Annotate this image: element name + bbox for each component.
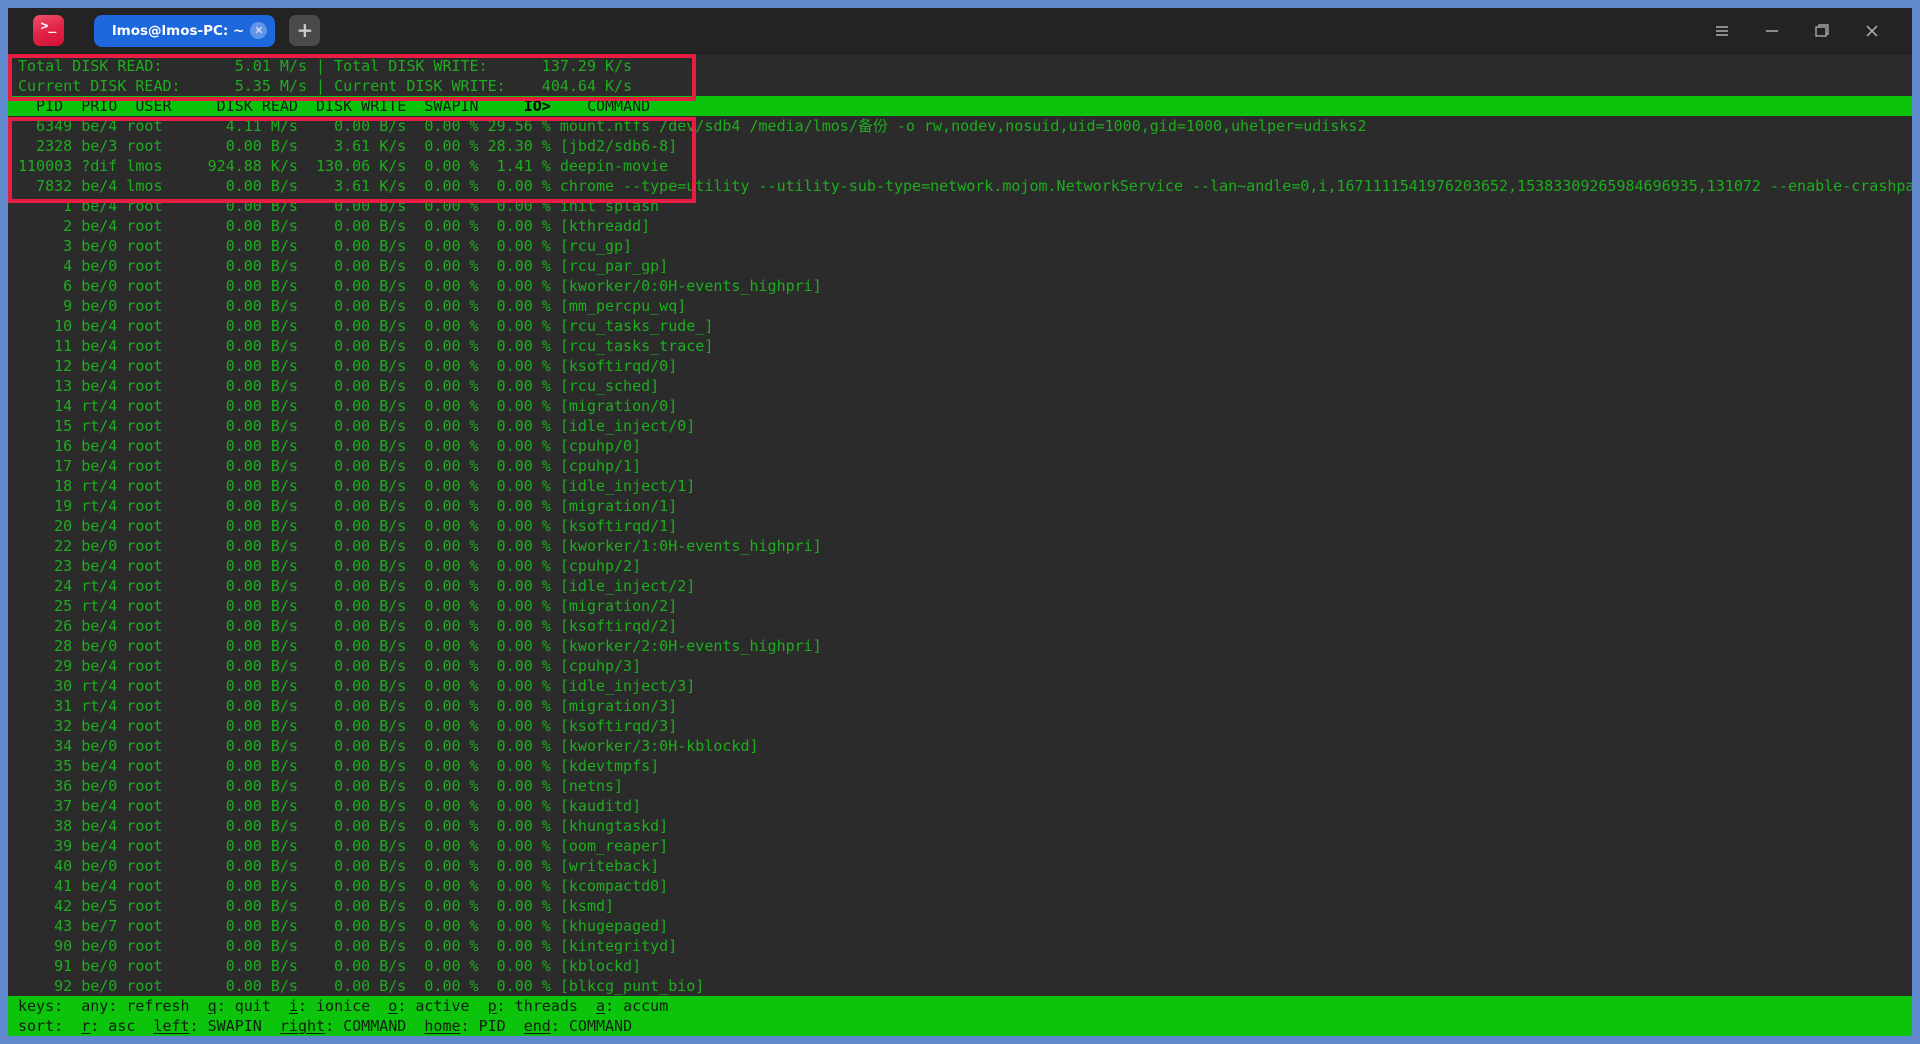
new-tab-button[interactable]: + <box>289 15 320 46</box>
process-row: 26 be/4 root 0.00 B/s 0.00 B/s 0.00 % 0.… <box>8 616 1912 636</box>
process-row: 91 be/0 root 0.00 B/s 0.00 B/s 0.00 % 0.… <box>8 956 1912 976</box>
iotop-column-header: PID PRIO USER DISK READ DISK WRITE SWAPI… <box>8 96 1912 116</box>
process-row: 90 be/0 root 0.00 B/s 0.00 B/s 0.00 % 0.… <box>8 936 1912 956</box>
process-row: 32 be/4 root 0.00 B/s 0.00 B/s 0.00 % 0.… <box>8 716 1912 736</box>
process-row: 23 be/4 root 0.00 B/s 0.00 B/s 0.00 % 0.… <box>8 556 1912 576</box>
tab-title: lmos@lmos-PC: ~ <box>112 23 244 39</box>
process-row: 10 be/4 root 0.00 B/s 0.00 B/s 0.00 % 0.… <box>8 316 1912 336</box>
process-row: 30 rt/4 root 0.00 B/s 0.00 B/s 0.00 % 0.… <box>8 676 1912 696</box>
close-icon[interactable] <box>1854 13 1890 49</box>
process-row: 28 be/0 root 0.00 B/s 0.00 B/s 0.00 % 0.… <box>8 636 1912 656</box>
process-row: 22 be/0 root 0.00 B/s 0.00 B/s 0.00 % 0.… <box>8 536 1912 556</box>
titlebar: >_ lmos@lmos-PC: ~ ✕ + <box>8 8 1912 54</box>
process-row: 18 rt/4 root 0.00 B/s 0.00 B/s 0.00 % 0.… <box>8 476 1912 496</box>
process-row: 36 be/0 root 0.00 B/s 0.00 B/s 0.00 % 0.… <box>8 776 1912 796</box>
process-row: 7832 be/4 lmos 0.00 B/s 3.61 K/s 0.00 % … <box>8 176 1912 196</box>
process-row: 34 be/0 root 0.00 B/s 0.00 B/s 0.00 % 0.… <box>8 736 1912 756</box>
process-row: 1 be/4 root 0.00 B/s 0.00 B/s 0.00 % 0.0… <box>8 196 1912 216</box>
process-row: 110003 ?dif lmos 924.88 K/s 130.06 K/s 0… <box>8 156 1912 176</box>
status-line: sort: r: asc left: SWAPIN right: COMMAND… <box>8 1016 1912 1036</box>
process-row: 6 be/0 root 0.00 B/s 0.00 B/s 0.00 % 0.0… <box>8 276 1912 296</box>
process-row: 25 rt/4 root 0.00 B/s 0.00 B/s 0.00 % 0.… <box>8 596 1912 616</box>
sort-column-io: IO> <box>524 97 551 115</box>
disk-current-summary-line: Current DISK READ: 5.35 M/s | Current DI… <box>8 76 1912 96</box>
process-row: 38 be/4 root 0.00 B/s 0.00 B/s 0.00 % 0.… <box>8 816 1912 836</box>
process-row: 9 be/0 root 0.00 B/s 0.00 B/s 0.00 % 0.0… <box>8 296 1912 316</box>
process-row: 14 rt/4 root 0.00 B/s 0.00 B/s 0.00 % 0.… <box>8 396 1912 416</box>
process-row: 92 be/0 root 0.00 B/s 0.00 B/s 0.00 % 0.… <box>8 976 1912 996</box>
minimize-icon[interactable] <box>1754 13 1790 49</box>
app-icon-glyph: >_ <box>41 15 57 39</box>
process-row: 11 be/4 root 0.00 B/s 0.00 B/s 0.00 % 0.… <box>8 336 1912 356</box>
process-row: 2 be/4 root 0.00 B/s 0.00 B/s 0.00 % 0.0… <box>8 216 1912 236</box>
process-row: 37 be/4 root 0.00 B/s 0.00 B/s 0.00 % 0.… <box>8 796 1912 816</box>
restore-icon[interactable] <box>1804 13 1840 49</box>
terminal-app-icon: >_ <box>33 15 64 46</box>
process-row: 29 be/4 root 0.00 B/s 0.00 B/s 0.00 % 0.… <box>8 656 1912 676</box>
process-row: 3 be/0 root 0.00 B/s 0.00 B/s 0.00 % 0.0… <box>8 236 1912 256</box>
disk-total-summary-line: Total DISK READ: 5.01 M/s | Total DISK W… <box>8 56 1912 76</box>
process-row: 12 be/4 root 0.00 B/s 0.00 B/s 0.00 % 0.… <box>8 356 1912 376</box>
process-row: 40 be/0 root 0.00 B/s 0.00 B/s 0.00 % 0.… <box>8 856 1912 876</box>
process-row: 13 be/4 root 0.00 B/s 0.00 B/s 0.00 % 0.… <box>8 376 1912 396</box>
terminal-window: >_ lmos@lmos-PC: ~ ✕ + Total DISK READ: … <box>8 8 1912 1036</box>
process-row: 41 be/4 root 0.00 B/s 0.00 B/s 0.00 % 0.… <box>8 876 1912 896</box>
process-row: 39 be/4 root 0.00 B/s 0.00 B/s 0.00 % 0.… <box>8 836 1912 856</box>
process-row: 17 be/4 root 0.00 B/s 0.00 B/s 0.00 % 0.… <box>8 456 1912 476</box>
process-row: 16 be/4 root 0.00 B/s 0.00 B/s 0.00 % 0.… <box>8 436 1912 456</box>
process-row: 31 rt/4 root 0.00 B/s 0.00 B/s 0.00 % 0.… <box>8 696 1912 716</box>
process-row: 20 be/4 root 0.00 B/s 0.00 B/s 0.00 % 0.… <box>8 516 1912 536</box>
process-row: 24 rt/4 root 0.00 B/s 0.00 B/s 0.00 % 0.… <box>8 576 1912 596</box>
status-line: keys: any: refresh q: quit i: ionice o: … <box>8 996 1912 1016</box>
tab-close-icon[interactable]: ✕ <box>250 22 267 39</box>
process-row: 4 be/0 root 0.00 B/s 0.00 B/s 0.00 % 0.0… <box>8 256 1912 276</box>
process-row: 35 be/4 root 0.00 B/s 0.00 B/s 0.00 % 0.… <box>8 756 1912 776</box>
process-row: 43 be/7 root 0.00 B/s 0.00 B/s 0.00 % 0.… <box>8 916 1912 936</box>
menu-icon[interactable] <box>1704 13 1740 49</box>
terminal-tab[interactable]: lmos@lmos-PC: ~ ✕ <box>94 15 275 47</box>
process-row: 15 rt/4 root 0.00 B/s 0.00 B/s 0.00 % 0.… <box>8 416 1912 436</box>
process-row: 2328 be/3 root 0.00 B/s 3.61 K/s 0.00 % … <box>8 136 1912 156</box>
terminal-screen[interactable]: Total DISK READ: 5.01 M/s | Total DISK W… <box>8 54 1912 1036</box>
process-row: 42 be/5 root 0.00 B/s 0.00 B/s 0.00 % 0.… <box>8 896 1912 916</box>
iotop-status-bar: keys: any: refresh q: quit i: ionice o: … <box>8 996 1912 1036</box>
process-row: 6349 be/4 root 4.11 M/s 0.00 B/s 0.00 % … <box>8 116 1912 136</box>
process-row: 19 rt/4 root 0.00 B/s 0.00 B/s 0.00 % 0.… <box>8 496 1912 516</box>
